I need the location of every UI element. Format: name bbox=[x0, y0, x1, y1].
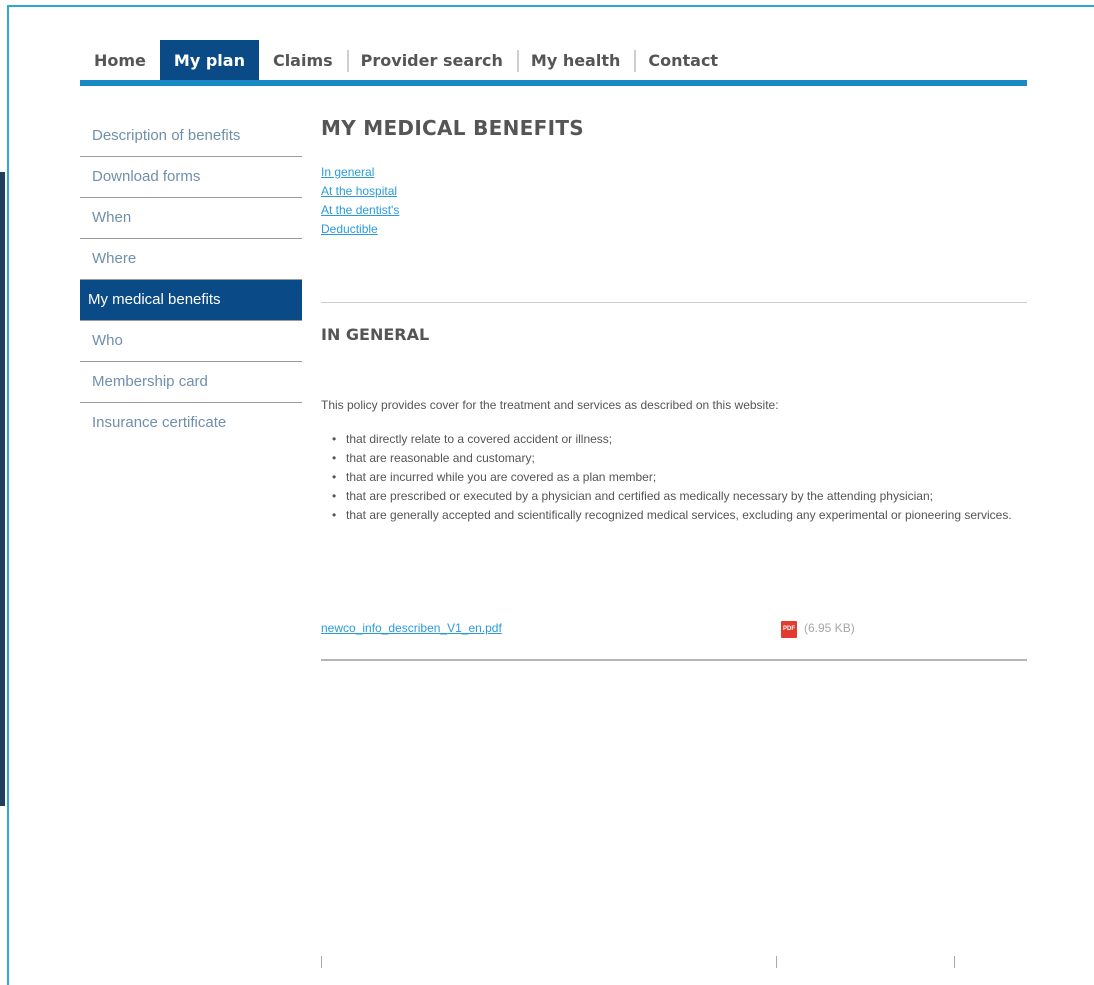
sidebar-item-who[interactable]: Who bbox=[80, 321, 302, 362]
nav-underline bbox=[80, 80, 1027, 86]
sidebar-item-membership-card[interactable]: Membership card bbox=[80, 362, 302, 403]
page-title: MY MEDICAL BENEFITS bbox=[321, 116, 584, 140]
list-item: that are incurred while you are covered … bbox=[332, 468, 1027, 487]
intro-text: This policy provides cover for the treat… bbox=[321, 398, 779, 412]
sidebar-item-where[interactable]: Where bbox=[80, 239, 302, 280]
tab-provider-search[interactable]: Provider search bbox=[346, 40, 517, 80]
coverage-conditions-list: that directly relate to a covered accide… bbox=[332, 430, 1027, 525]
top-navigation: Home My plan Claims Provider search My h… bbox=[80, 40, 1027, 86]
divider-tick bbox=[954, 956, 955, 968]
divider-tick bbox=[776, 956, 777, 968]
main-content: MY MEDICAL BENEFITS In general At the ho… bbox=[321, 116, 1027, 661]
sidebar-item-download-forms[interactable]: Download forms bbox=[80, 157, 302, 198]
divider-tick bbox=[321, 956, 322, 968]
tab-my-plan[interactable]: My plan bbox=[159, 40, 259, 80]
tab-home[interactable]: Home bbox=[80, 40, 160, 80]
sidebar-item-my-medical-benefits[interactable]: My medical benefits bbox=[80, 280, 302, 321]
anchor-link-in-general[interactable]: In general bbox=[321, 163, 1027, 182]
sidebar-item-description-of-benefits[interactable]: Description of benefits bbox=[80, 116, 302, 157]
section-divider bbox=[321, 302, 1027, 303]
sidebar-item-insurance-certificate[interactable]: Insurance certificate bbox=[80, 403, 302, 443]
anchor-links: In general At the hospital At the dentis… bbox=[321, 163, 1027, 239]
pdf-download-link[interactable]: newco_info_describen_V1_en.pdf bbox=[321, 621, 502, 635]
tab-contact[interactable]: Contact bbox=[634, 40, 732, 80]
pdf-icon[interactable]: PDF bbox=[781, 621, 797, 638]
file-size: (6.95 KB) bbox=[804, 621, 855, 635]
sidebar: Description of benefits Download forms W… bbox=[80, 116, 302, 443]
tab-my-health[interactable]: My health bbox=[516, 40, 634, 80]
section-title: IN GENERAL bbox=[321, 325, 430, 344]
left-edge-bar bbox=[0, 172, 5, 806]
anchor-link-at-the-hospital[interactable]: At the hospital bbox=[321, 182, 1027, 201]
tab-claims[interactable]: Claims bbox=[259, 40, 347, 80]
list-item: that are prescribed or executed by a phy… bbox=[332, 487, 1027, 506]
list-item: that directly relate to a covered accide… bbox=[332, 430, 1027, 449]
download-row: newco_info_describen_V1_en.pdf PDF (6.95… bbox=[321, 621, 1027, 661]
sidebar-item-when[interactable]: When bbox=[80, 198, 302, 239]
list-item: that are generally accepted and scientif… bbox=[332, 506, 1027, 525]
anchor-link-at-the-dentists[interactable]: At the dentist's bbox=[321, 201, 1027, 220]
anchor-link-deductible[interactable]: Deductible bbox=[321, 220, 1027, 239]
list-item: that are reasonable and customary; bbox=[332, 449, 1027, 468]
